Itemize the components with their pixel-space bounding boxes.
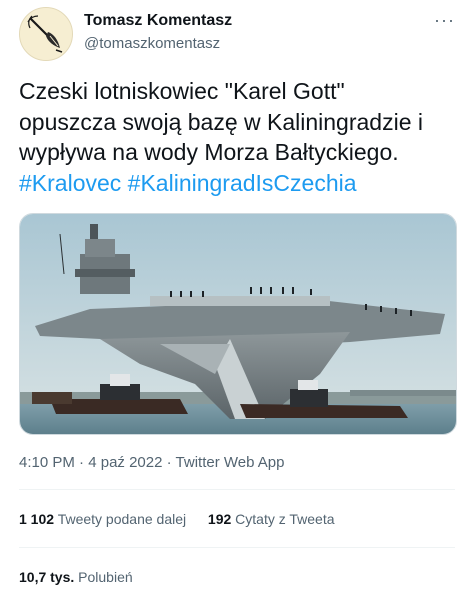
tweet-source-app[interactable]: Twitter Web App: [176, 454, 285, 471]
tweet-date[interactable]: 4 paź 2022: [88, 454, 162, 471]
divider: [19, 547, 455, 548]
meta-separator: ·: [166, 454, 172, 471]
tweet-text-line: opuszcza swoją bazę w Kaliningradzie i: [19, 108, 423, 135]
hashtag-link[interactable]: #KaliningradIsCzechia: [128, 170, 357, 196]
tweet-meta: 4:10 PM · 4 paź 2022 · Twitter Web App: [19, 454, 284, 471]
likes-row: 10,7 tys. Polubień: [19, 569, 133, 585]
more-options-icon[interactable]: ···: [434, 10, 455, 31]
likes-count: 10,7 tys.: [19, 569, 75, 585]
engagement-stats: 1 102 Tweety podane dalej 192 Cytaty z T…: [19, 511, 335, 527]
author-display-name[interactable]: Tomasz Komentasz: [84, 12, 232, 30]
meta-separator: ·: [79, 454, 85, 471]
tweet-text: Czeski lotniskowiec "Karel Gott" opuszcz…: [19, 76, 464, 198]
tweet-text-line: Czeski lotniskowiec "Karel Gott": [19, 78, 345, 104]
quotes-stat[interactable]: 192 Cytaty z Tweeta: [208, 511, 335, 527]
hashtag-link[interactable]: #Kralovec: [19, 170, 121, 196]
tweet-time[interactable]: 4:10 PM: [19, 454, 75, 471]
quotes-label: Cytaty z Tweeta: [235, 511, 335, 527]
quill-pen-icon: [20, 8, 72, 60]
author-handle[interactable]: @tomaszkomentasz: [84, 35, 220, 52]
retweets-count: 1 102: [19, 511, 55, 527]
likes-stat[interactable]: 10,7 tys. Polubień: [19, 569, 133, 585]
aircraft-carrier-photo: [20, 214, 456, 434]
quotes-count: 192: [207, 511, 232, 527]
tweet-photo[interactable]: [19, 213, 457, 435]
tweet-text-line: wypływa na wody Morza Bałtyckiego.: [19, 139, 399, 165]
retweets-stat[interactable]: 1 102 Tweety podane dalej: [19, 511, 186, 527]
retweets-label: Tweety podane dalej: [57, 511, 187, 527]
avatar[interactable]: [19, 7, 73, 61]
tweet-hashtags: #Kralovec #KaliningradIsCzechia: [19, 168, 464, 199]
likes-label: Polubień: [78, 569, 133, 585]
divider: [19, 489, 455, 490]
